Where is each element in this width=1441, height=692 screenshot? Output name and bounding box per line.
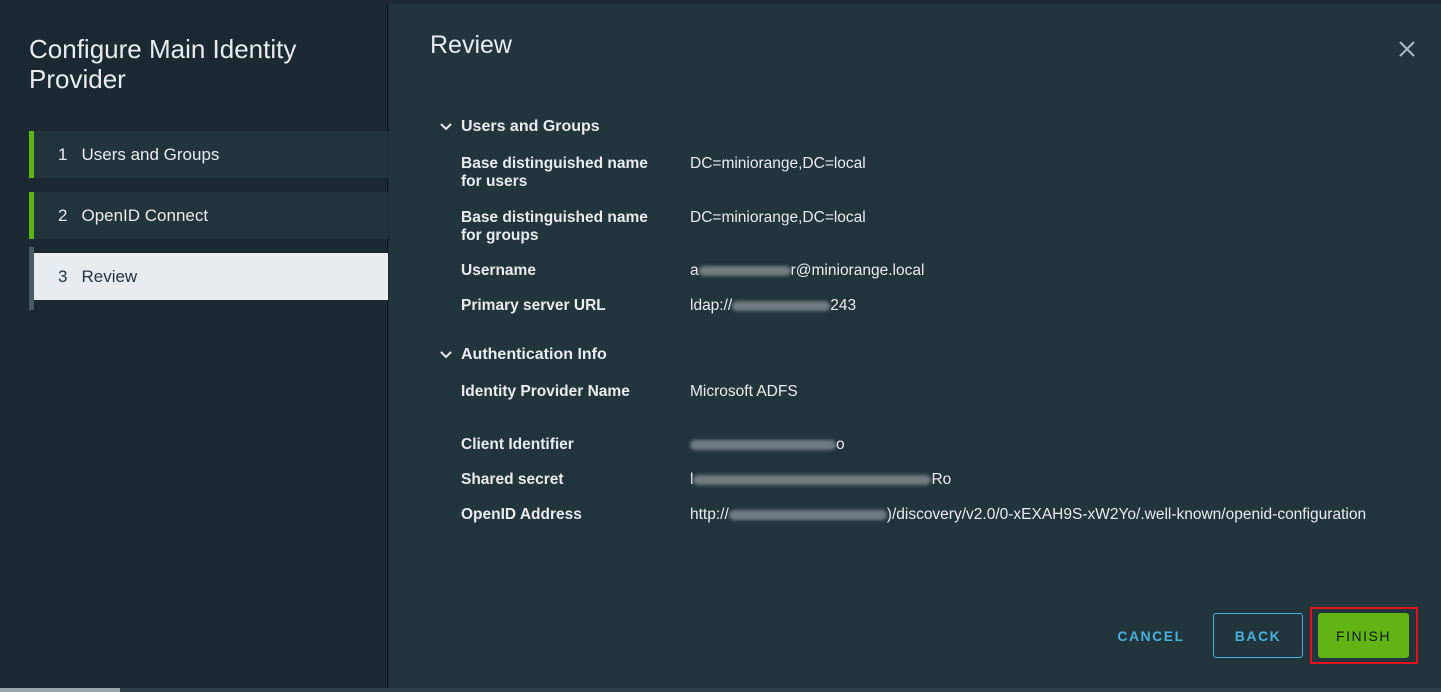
value-suffix: Ro — [931, 471, 952, 488]
cancel-button[interactable]: CANCEL — [1106, 613, 1196, 658]
close-icon — [1399, 40, 1415, 57]
chevron-down-icon — [440, 351, 452, 359]
field-label: OpenID Address — [461, 506, 582, 523]
wizard-sidebar: Configure Main Identity Provider 1 Users… — [0, 4, 388, 688]
wizard-modal: Configure Main Identity Provider 1 Users… — [0, 0, 1441, 688]
value-suffix: )/discovery/v2.0/0-xEXAH9S-xW2Yo/.well-k… — [886, 506, 1367, 523]
finish-button[interactable]: FINISH — [1318, 613, 1409, 658]
field-value: DC=miniorange,DC=local — [690, 209, 866, 226]
step-number: 3 — [58, 266, 68, 286]
field-label: Base distinguished name for users — [461, 155, 648, 190]
field-value: l Ro — [690, 471, 1380, 489]
step-openid-connect[interactable]: 2 OpenID Connect — [29, 192, 388, 239]
section-authentication-info-toggle[interactable]: Authentication Info — [439, 346, 607, 364]
field-value: ldap:// 243 — [690, 297, 1380, 315]
background-page-strip — [0, 688, 1441, 692]
value-suffix: r@miniorange.local — [790, 262, 925, 279]
step-rail-end — [29, 300, 34, 310]
close-button[interactable] — [1395, 38, 1419, 62]
value-prefix: a — [690, 262, 699, 279]
field-value: o — [690, 436, 1380, 454]
value-prefix: ldap:// — [690, 297, 733, 314]
background-strip-highlight — [0, 688, 120, 692]
step-label: Review — [81, 266, 138, 286]
redacted-text — [732, 300, 831, 311]
field-label: Primary server URL — [461, 297, 606, 314]
field-label: Shared secret — [461, 471, 564, 488]
step-number: 2 — [58, 205, 68, 225]
redacted-text — [698, 265, 791, 276]
step-users-and-groups[interactable]: 1 Users and Groups — [29, 131, 388, 178]
redacted-text — [728, 509, 887, 520]
section-title: Users and Groups — [461, 118, 600, 135]
field-label: Client Identifier — [461, 436, 574, 453]
wizard-content: Review Users and Groups Base distinguish… — [389, 4, 1441, 688]
value-suffix: o — [836, 436, 845, 453]
redacted-text — [693, 474, 932, 485]
step-label: Users and Groups — [81, 144, 220, 164]
back-button[interactable]: BACK — [1213, 613, 1303, 658]
wizard-title: Configure Main Identity Provider — [29, 34, 297, 94]
value-prefix: http:// — [690, 506, 729, 523]
field-label: Base distinguished name for groups — [461, 209, 648, 244]
field-label: Username — [461, 262, 536, 279]
section-users-and-groups-toggle[interactable]: Users and Groups — [439, 118, 600, 136]
field-value: Microsoft ADFS — [690, 383, 798, 400]
step-label: OpenID Connect — [81, 205, 209, 225]
chevron-down-icon — [440, 123, 452, 131]
page-title: Review — [430, 31, 512, 59]
field-value: DC=miniorange,DC=local — [690, 155, 866, 172]
field-value: a r@miniorange.local — [690, 262, 1380, 280]
redacted-text — [690, 439, 836, 450]
field-label: Identity Provider Name — [461, 383, 630, 400]
value-suffix: 243 — [830, 297, 857, 314]
step-number: 1 — [58, 144, 68, 164]
step-review[interactable]: 3 Review — [29, 247, 388, 300]
field-value: http:// )/discovery/v2.0/0-xEXAH9S-xW2Yo/… — [690, 506, 1380, 524]
section-title: Authentication Info — [461, 346, 607, 363]
